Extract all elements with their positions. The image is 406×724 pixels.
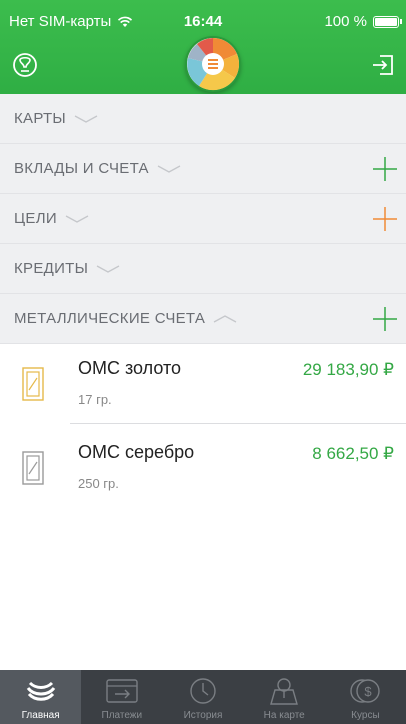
product-sections: КАРТЫ ВКЛАДЫ И СЧЕТА ЦЕЛИ КРЕДИТЫ МЕТАЛЛ… [0,94,406,344]
battery-status: 100 % [324,13,402,30]
chevron-down-icon [96,264,120,273]
section-label: КАРТЫ [14,110,67,127]
account-weight: 17 гр. [78,392,112,407]
section-deposits[interactable]: ВКЛАДЫ И СЧЕТА [0,144,406,194]
tab-label: Курсы [351,710,380,721]
add-deposit-button[interactable] [372,156,398,182]
account-row-silver[interactable]: ОМС серебро 250 гр. 8 662,50 ₽ [0,424,406,508]
wallet-logo-icon [187,38,240,91]
wallet-logo-button[interactable] [185,36,241,92]
battery-label: 100 % [324,13,367,30]
profile-icon [13,53,37,77]
account-name: ОМС золото [78,358,182,378]
tab-label: Главная [21,710,60,721]
svg-text:$: $ [365,684,373,699]
tab-payments[interactable]: Платежи [81,670,162,724]
account-row-gold[interactable]: ОМС золото 17 гр. 29 183,90 ₽ [0,340,406,424]
add-goal-button[interactable] [372,206,398,232]
section-label: МЕТАЛЛИЧЕСКИЕ СЧЕТА [14,310,206,327]
tab-map[interactable]: На карте [244,670,325,724]
section-credits[interactable]: КРЕДИТЫ [0,244,406,294]
section-cards[interactable]: КАРТЫ [0,94,406,144]
currency-icon: $ [350,679,381,703]
silver-bar-icon [22,451,44,485]
tab-rates[interactable]: $ Курсы [325,670,406,724]
sberbank-logo-icon [26,681,55,701]
section-goals[interactable]: ЦЕЛИ [0,194,406,244]
section-metal-accounts[interactable]: МЕТАЛЛИЧЕСКИЕ СЧЕТА [0,294,406,344]
clock-icon [190,678,216,704]
tab-home[interactable]: Главная [0,670,82,724]
metal-accounts-list: ОМС золото 17 гр. 29 183,90 ₽ ОМС серебр… [0,340,406,508]
profile-button[interactable] [10,50,40,80]
status-bar: Нет SIM-карты 16:44 100 % [0,0,406,38]
add-metal-account-button[interactable] [372,306,398,332]
chevron-up-icon [213,314,237,323]
section-label: ВКЛАДЫ И СЧЕТА [14,160,149,177]
logout-icon [373,55,393,75]
section-label: ЦЕЛИ [14,210,57,227]
tab-label: История [183,710,223,721]
account-balance: 29 183,90 ₽ [302,360,394,379]
tab-label: На карте [263,710,305,721]
battery-icon [373,15,399,28]
tab-history[interactable]: История [162,670,243,724]
app-header: Нет SIM-карты 16:44 100 % [0,0,406,94]
tab-label: Платежи [101,710,143,721]
bottom-tab-bar: Главная Платежи История На карте $ Курсы [0,670,406,724]
chevron-down-icon [157,164,181,173]
map-pin-icon [270,678,299,705]
section-label: КРЕДИТЫ [14,260,89,277]
gold-bar-icon [22,367,44,401]
account-weight: 250 гр. [78,476,119,491]
transfer-card-icon [106,679,138,703]
account-balance: 8 662,50 ₽ [312,444,394,463]
chevron-down-icon [74,114,98,123]
logout-button[interactable] [368,50,398,80]
account-name: ОМС серебро [78,442,195,462]
chevron-down-icon [65,214,89,223]
